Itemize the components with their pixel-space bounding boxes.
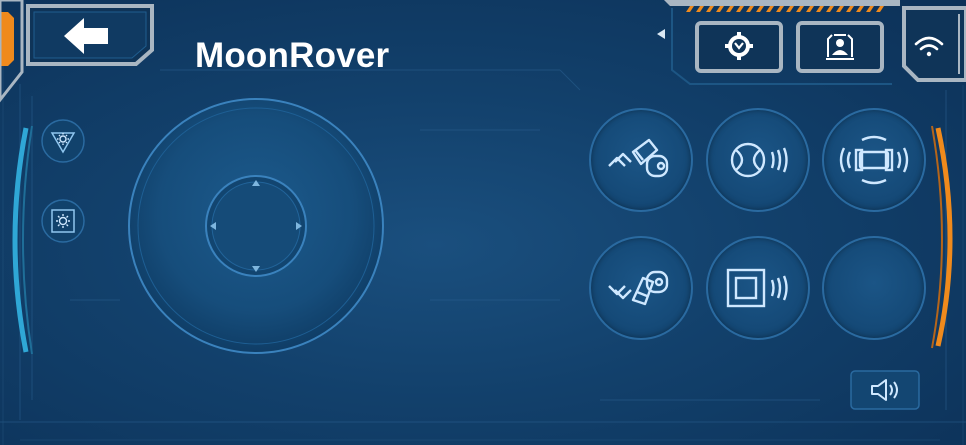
controller-screen: MoonRover: [0, 0, 966, 445]
app-title: MoonRover: [195, 36, 390, 75]
wifi-status[interactable]: [900, 4, 966, 84]
arm-up-icon: [608, 138, 669, 178]
help-button[interactable]: [796, 21, 884, 73]
back-button[interactable]: [24, 4, 156, 66]
empty-action-button[interactable]: [822, 236, 926, 340]
square-button[interactable]: [706, 236, 810, 340]
ball-button[interactable]: [706, 108, 810, 212]
arm-up-button[interactable]: [589, 108, 693, 212]
arm-down-button[interactable]: [589, 236, 693, 340]
joystick-knob: [205, 175, 307, 277]
vibrate-icon: [839, 135, 909, 185]
arm-down-icon: [608, 270, 669, 306]
brightness-down-button[interactable]: [40, 118, 86, 164]
back-arrow-icon: [64, 18, 108, 54]
settings-button[interactable]: [695, 21, 783, 73]
collapse-arrow-icon[interactable]: [655, 28, 667, 40]
brightness-up-button[interactable]: [40, 198, 86, 244]
square-vibration-icon: [726, 268, 788, 308]
volume-button[interactable]: [850, 370, 920, 410]
joystick[interactable]: [126, 96, 386, 356]
ball-vibration-icon: [730, 142, 788, 178]
vibrate-button[interactable]: [822, 108, 926, 212]
